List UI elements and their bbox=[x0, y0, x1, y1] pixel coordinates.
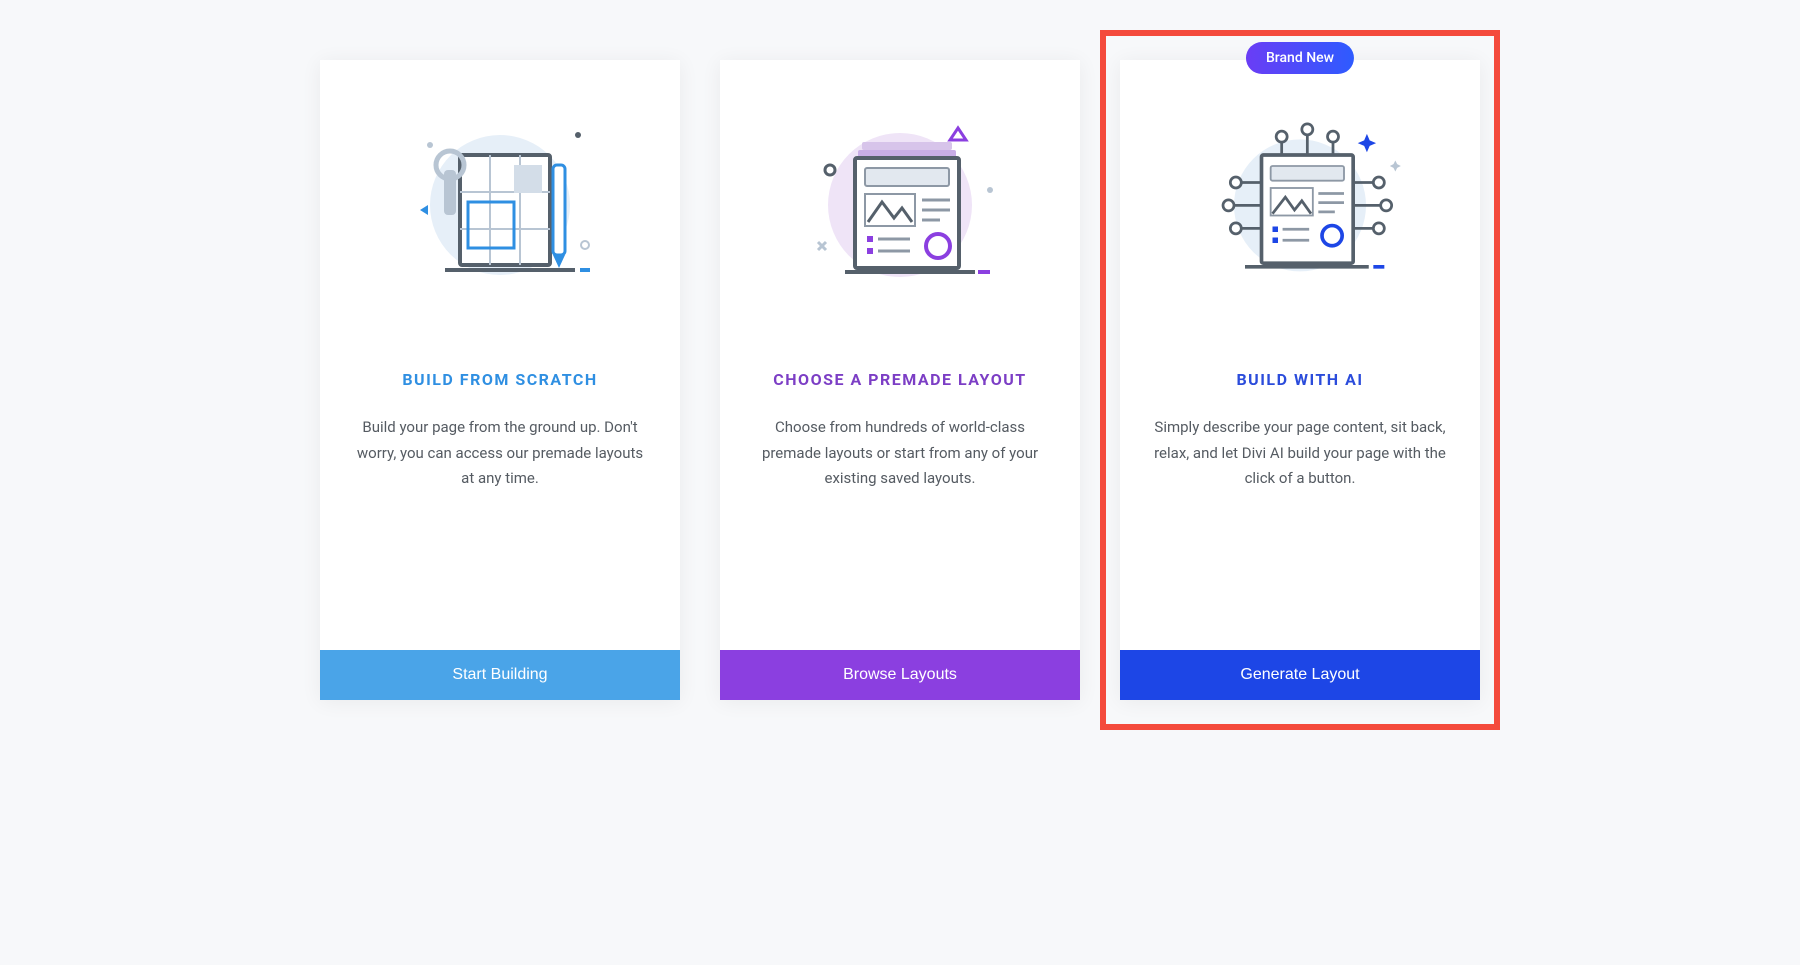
ai-illustration-icon bbox=[1190, 110, 1410, 310]
card-build-with-ai[interactable]: Brand New bbox=[1120, 60, 1480, 700]
card-title: BUILD FROM SCRATCH bbox=[402, 370, 597, 389]
card-description: Build your page from the ground up. Don'… bbox=[350, 415, 650, 492]
premade-illustration-icon bbox=[790, 110, 1010, 310]
brand-new-badge: Brand New bbox=[1246, 42, 1354, 74]
layout-options-row: BUILD FROM SCRATCH Build your page from … bbox=[320, 60, 1480, 700]
card-description: Choose from hundreds of world-class prem… bbox=[750, 415, 1050, 492]
card-premade-layout[interactable]: CHOOSE A PREMADE LAYOUT Choose from hund… bbox=[720, 60, 1080, 700]
card-build-from-scratch[interactable]: BUILD FROM SCRATCH Build your page from … bbox=[320, 60, 680, 700]
browse-layouts-button[interactable]: Browse Layouts bbox=[720, 650, 1080, 700]
generate-layout-button[interactable]: Generate Layout bbox=[1120, 650, 1480, 700]
card-title: BUILD WITH AI bbox=[1236, 370, 1363, 389]
card-description: Simply describe your page content, sit b… bbox=[1150, 415, 1450, 492]
scratch-illustration-icon bbox=[390, 110, 610, 310]
start-building-button[interactable]: Start Building bbox=[320, 650, 680, 700]
card-title: CHOOSE A PREMADE LAYOUT bbox=[773, 370, 1026, 389]
